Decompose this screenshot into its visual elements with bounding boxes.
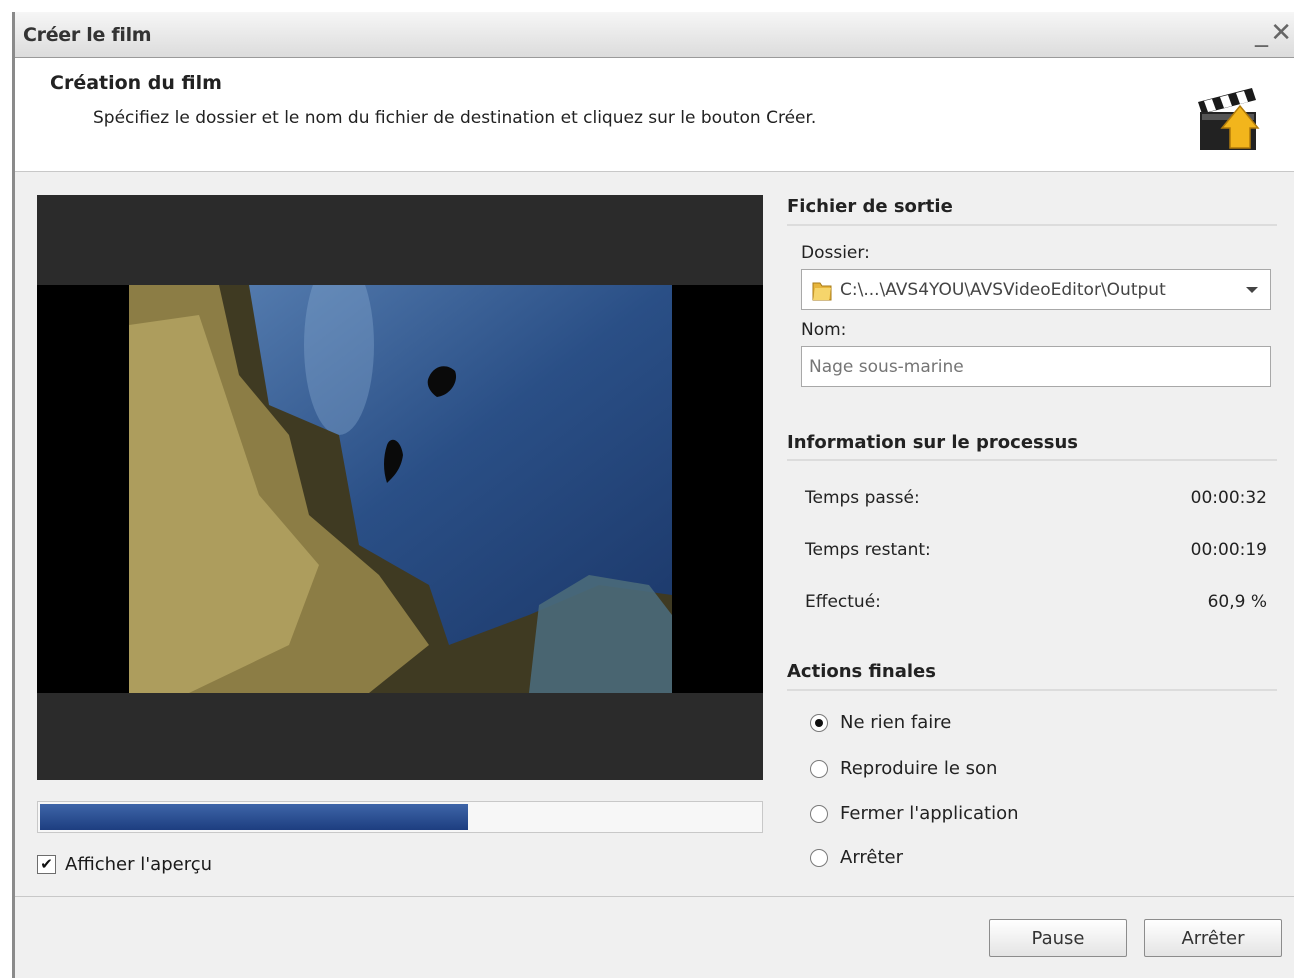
show-preview-label: Afficher l'aperçu: [65, 854, 213, 875]
divider: [787, 224, 1277, 226]
title-bar: Créer le film _ ✕: [15, 12, 1294, 58]
radio-empty-icon[interactable]: [810, 848, 828, 867]
folder-path: C:\...\AVS4YOU\AVSVideoEditor\Output: [840, 279, 1166, 300]
video-preview: [37, 195, 763, 780]
file-name-input[interactable]: [801, 346, 1271, 387]
remaining-time-label: Temps restant:: [805, 540, 931, 560]
radio-shutdown[interactable]: Arrêter: [810, 847, 903, 868]
folder-dropdown[interactable]: C:\...\AVS4YOU\AVSVideoEditor\Output: [801, 269, 1271, 310]
elapsed-time-value: 00:00:32: [1190, 488, 1267, 508]
elapsed-time-row: Temps passé: 00:00:32: [805, 488, 1267, 508]
radio-play-sound[interactable]: Reproduire le son: [810, 758, 997, 779]
remaining-time-value: 00:00:19: [1190, 540, 1267, 560]
create-movie-dialog: Créer le film _ ✕ Création du film Spéci…: [12, 12, 1294, 978]
radio-label: Fermer l'application: [840, 803, 1019, 824]
radio-do-nothing[interactable]: Ne rien faire: [810, 712, 951, 733]
completed-label: Effectué:: [805, 592, 881, 612]
minimize-button[interactable]: _: [1255, 18, 1268, 48]
process-info-heading: Information sur le processus: [787, 432, 1078, 453]
radio-selected-icon[interactable]: [810, 713, 828, 732]
window-title: Créer le film: [23, 24, 152, 46]
stop-button[interactable]: Arrêter: [1144, 919, 1282, 957]
remaining-time-row: Temps restant: 00:00:19: [805, 540, 1267, 560]
dialog-header: Création du film Spécifiez le dossier et…: [15, 58, 1294, 172]
footer-divider: [15, 896, 1294, 897]
radio-empty-icon[interactable]: [810, 759, 828, 778]
radio-label: Arrêter: [840, 847, 904, 868]
completed-value: 60,9 %: [1207, 592, 1267, 612]
completed-row: Effectué: 60,9 %: [805, 592, 1267, 612]
radio-label: Reproduire le son: [840, 758, 998, 779]
close-button[interactable]: ✕: [1270, 18, 1292, 48]
pause-button[interactable]: Pause: [989, 919, 1127, 957]
header-subtitle: Spécifiez le dossier et le nom du fichie…: [93, 108, 817, 128]
divider: [787, 689, 1277, 691]
final-actions-heading: Actions finales: [787, 661, 936, 682]
film-clapper-icon: [1198, 88, 1260, 150]
underwater-scene-image: [129, 285, 672, 693]
divider: [787, 459, 1277, 461]
folder-label: Dossier:: [801, 243, 870, 263]
checkbox-check-icon[interactable]: ✔: [37, 855, 56, 874]
render-progress-bar: [37, 801, 763, 833]
chevron-down-icon[interactable]: [1246, 286, 1258, 293]
folder-icon: [812, 282, 832, 300]
radio-empty-icon[interactable]: [810, 804, 828, 823]
progress-fill: [40, 804, 468, 830]
radio-label: Ne rien faire: [840, 712, 952, 733]
radio-close-app[interactable]: Fermer l'application: [810, 803, 1019, 824]
show-preview-checkbox[interactable]: ✔ Afficher l'aperçu: [37, 854, 212, 875]
elapsed-time-label: Temps passé:: [805, 488, 920, 508]
header-title: Création du film: [50, 72, 222, 94]
output-file-heading: Fichier de sortie: [787, 196, 953, 217]
name-label: Nom:: [801, 320, 847, 340]
